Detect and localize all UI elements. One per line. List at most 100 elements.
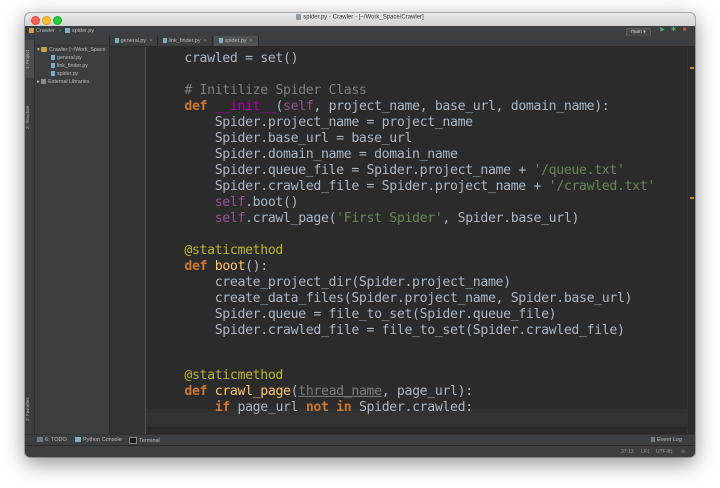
tab-link-finder[interactable]: link_finder.py × xyxy=(158,36,213,46)
error-stripe[interactable] xyxy=(687,47,695,434)
tree-root-label: Crawler (~/Work_Space xyxy=(49,47,106,53)
chevron-down-icon: ▾ xyxy=(643,28,646,35)
code-function-name: boot xyxy=(214,259,246,274)
code-comment: # Initilize Spider Class xyxy=(154,83,367,98)
tab-label: link_finder.py xyxy=(168,38,201,44)
python-file-icon xyxy=(219,38,223,43)
tree-file-label: general.py xyxy=(57,55,82,61)
folder-icon xyxy=(41,47,48,52)
code-token: Spider.queue_file = Spider.project_name … xyxy=(154,163,534,178)
window-title-text: spider.py - Crawler - [~/Work_Space/Craw… xyxy=(303,14,424,21)
code-editor[interactable]: crawled = set() # Initilize Spider Class… xyxy=(110,47,695,434)
favorites-tool-tab[interactable]: 2: Favorites xyxy=(25,386,34,432)
event-log-tool-tab[interactable]: Event Log xyxy=(651,437,682,444)
file-encoding[interactable]: UTF-8‡ xyxy=(656,449,673,455)
code-token: Spider.queue = file_to_set(Spider.queue_… xyxy=(154,307,557,322)
tree-external-libraries[interactable]: ▸ External Libraries xyxy=(37,79,89,86)
project-tool-tab[interactable]: 1: Project xyxy=(25,40,34,78)
code-token: Spider.crawled_file = Spider.project_nam… xyxy=(154,179,549,194)
tab-general[interactable]: general.py × xyxy=(110,36,159,46)
tab-label: general.py xyxy=(120,38,147,44)
warning-marker[interactable] xyxy=(690,197,694,199)
breadcrumb-project-label: Crawler xyxy=(36,27,55,34)
cursor-position[interactable]: 37:13 xyxy=(621,449,634,455)
warning-marker[interactable] xyxy=(690,67,694,69)
python-file-icon xyxy=(115,38,119,43)
code-line: if page_url not in Spider.crawled: xyxy=(154,400,473,416)
event-log-label: Event Log xyxy=(657,437,682,443)
tree-file-general[interactable]: general.py xyxy=(51,55,82,62)
code-keyword: not in xyxy=(305,400,352,415)
terminal-tool-tab[interactable]: Terminal xyxy=(129,437,160,444)
python-file-icon xyxy=(51,71,55,77)
stop-icon[interactable]: ■ xyxy=(681,27,688,34)
code-string: '/crawled.txt' xyxy=(548,179,656,194)
code-token: ( xyxy=(275,99,284,114)
python-file-icon xyxy=(296,14,302,20)
code-keyword: if xyxy=(214,400,231,415)
tree-file-link-finder[interactable]: link_finder.py xyxy=(51,63,88,70)
code-line: @staticmethod xyxy=(154,368,283,384)
tab-label: spider.py xyxy=(224,38,247,44)
tree-file-spider[interactable]: spider.py xyxy=(51,71,78,78)
structure-tool-tab[interactable]: Z: Structure xyxy=(25,94,34,140)
code-token: Spider.crawled: xyxy=(351,400,473,415)
terminal-icon xyxy=(129,437,137,444)
close-icon[interactable]: × xyxy=(204,38,207,44)
tree-root-folder[interactable]: ▾ Crawler (~/Work_Space xyxy=(37,47,105,54)
code-line: def __init__(self, project_name, base_ur… xyxy=(154,99,609,115)
lock-icon[interactable]: ⊙ xyxy=(681,449,685,455)
code-token: , project_name, base_url, domain_name): xyxy=(313,99,610,114)
code-self: self xyxy=(214,195,246,210)
python-console-label: Python Console xyxy=(83,437,122,443)
code-line: Spider.crawled_file = Spider.project_nam… xyxy=(154,179,656,195)
code-line: Spider.domain_name = domain_name xyxy=(154,147,458,163)
run-icon[interactable]: ▶ xyxy=(659,27,666,34)
code-line: # Initilize Spider Class xyxy=(154,83,367,99)
line-gutter xyxy=(110,47,146,434)
code-line: def boot(): xyxy=(154,259,268,275)
breadcrumb-project[interactable]: Crawler xyxy=(29,28,55,34)
code-keyword: def xyxy=(184,259,208,274)
code-token: Spider.project_name = project_name xyxy=(154,115,473,130)
terminal-label: Terminal xyxy=(139,437,160,444)
line-separator[interactable]: LF‡ xyxy=(641,449,650,455)
code-function-name: crawl_page xyxy=(214,384,291,399)
editor-tab-bar: general.py × link_finder.py × spider.py × xyxy=(110,36,695,47)
breadcrumb-separator: › xyxy=(59,27,61,34)
code-token: .crawl_page( xyxy=(245,211,337,226)
python-file-icon xyxy=(51,55,55,61)
code-line: Spider.base_url = base_url xyxy=(154,131,413,147)
todo-tool-tab[interactable]: 6: TODO xyxy=(37,437,67,444)
library-icon xyxy=(41,79,47,85)
debug-icon[interactable]: ✱ xyxy=(670,27,677,34)
left-tool-strip: 1: Project Z: Structure 2: Favorites xyxy=(25,36,35,434)
python-file-icon xyxy=(51,63,55,69)
close-icon[interactable]: × xyxy=(250,38,253,44)
close-icon[interactable]: × xyxy=(149,38,152,44)
python-console-icon xyxy=(75,437,81,443)
code-line: self.boot() xyxy=(154,195,299,211)
tab-spider[interactable]: spider.py × xyxy=(214,36,259,46)
code-unused-param: thread_name xyxy=(298,384,382,399)
ide-window: spider.py - Crawler - [~/Work_Space/Craw… xyxy=(25,13,695,457)
code-line: Spider.queue = file_to_set(Spider.queue_… xyxy=(154,307,557,323)
code-token: Spider.base_url = base_url xyxy=(154,131,413,146)
code-decorator: @staticmethod xyxy=(184,368,284,383)
breadcrumb-file[interactable]: spider.py xyxy=(65,28,94,34)
tree-file-label: link_finder.py xyxy=(57,63,88,69)
python-console-tool-tab[interactable]: Python Console xyxy=(75,437,122,444)
code-dunder: __init__ xyxy=(214,99,276,114)
python-file-icon xyxy=(163,38,167,43)
window-title: spider.py - Crawler - [~/Work_Space/Craw… xyxy=(25,14,695,21)
code-line: create_project_dir(Spider.project_name) xyxy=(154,275,511,291)
